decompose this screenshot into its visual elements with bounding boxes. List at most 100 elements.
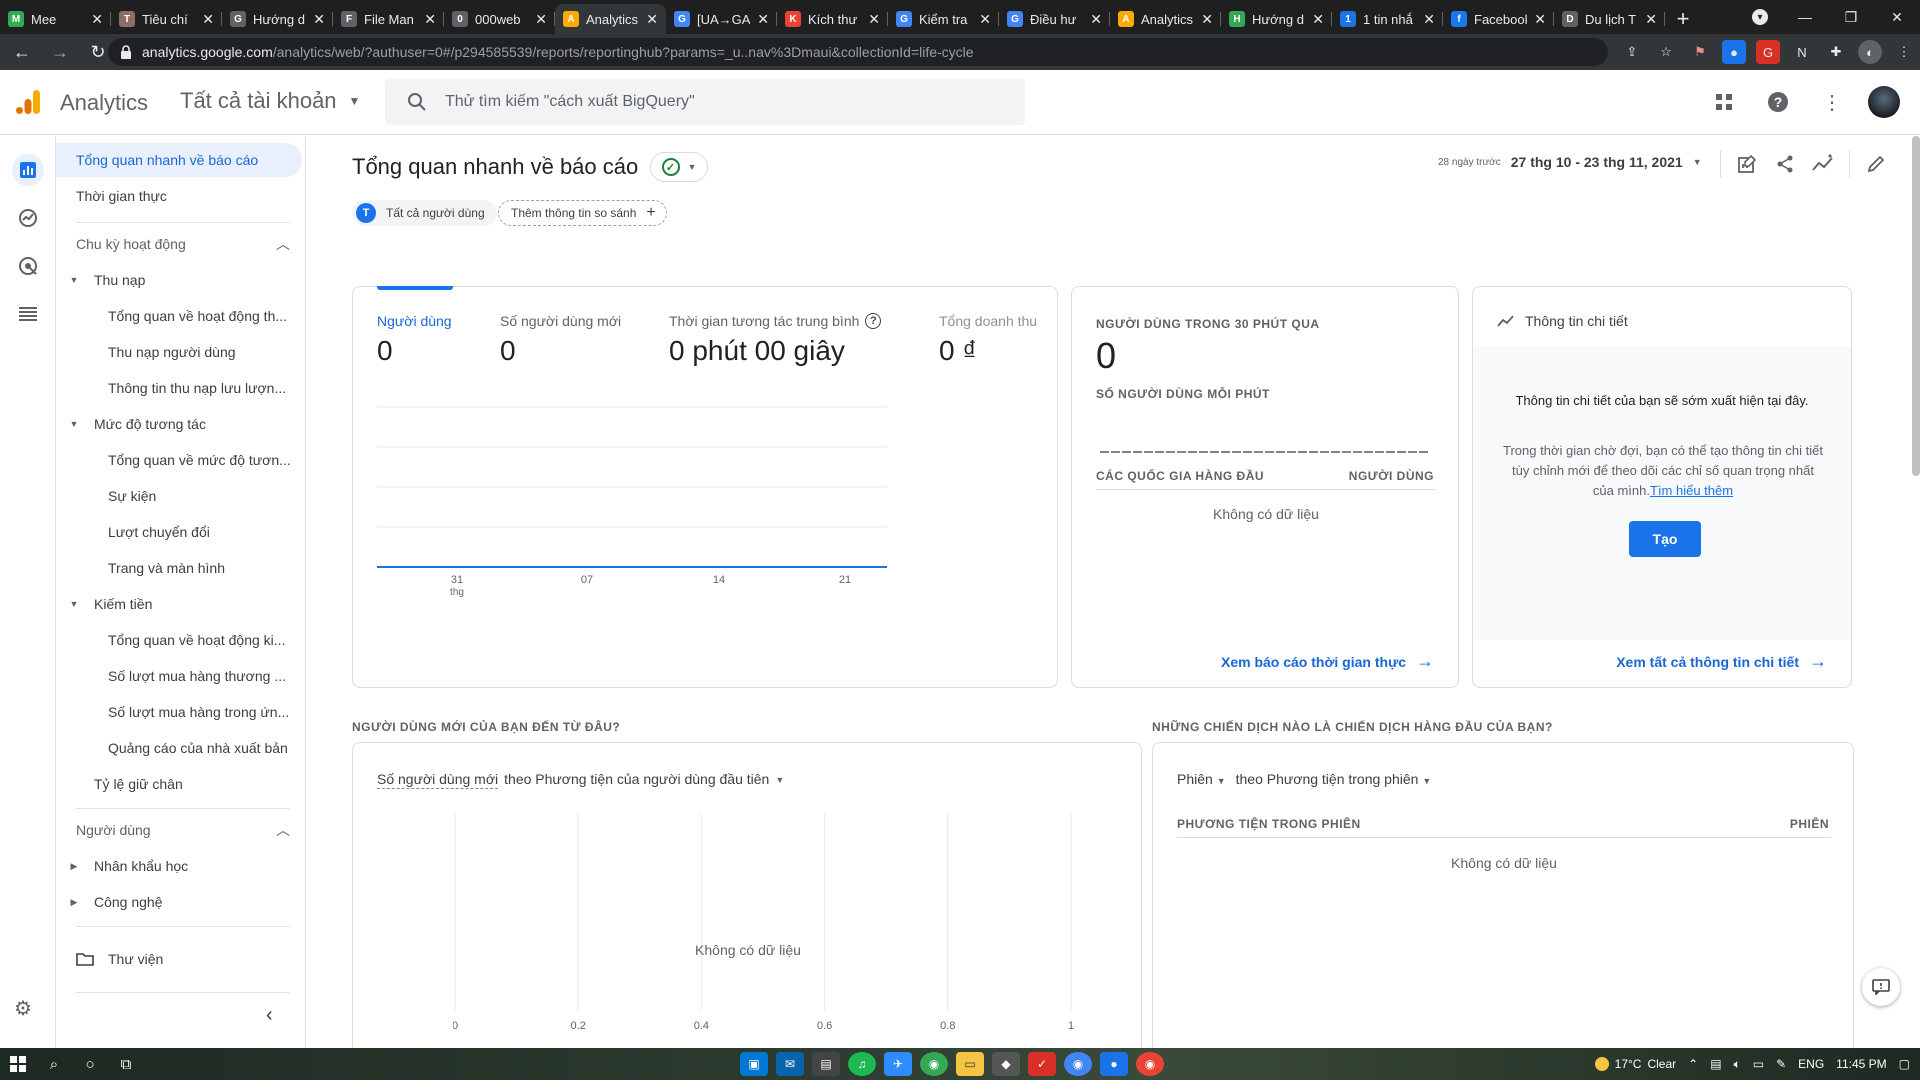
close-tab-icon[interactable]: ✕	[202, 11, 214, 28]
browser-tab[interactable]: D Du lịch T ✕	[1554, 4, 1665, 34]
advertising-icon[interactable]	[12, 250, 44, 282]
help-circle-icon[interactable]: ?	[865, 313, 882, 329]
puzzle-extensions-icon[interactable]: ✚	[1824, 40, 1848, 64]
profile-icon[interactable]: ◐	[1858, 40, 1882, 64]
close-tab-icon[interactable]: ✕	[313, 11, 325, 28]
customize-report-icon[interactable]	[1735, 152, 1759, 176]
page-scrollbar[interactable]	[1912, 136, 1920, 476]
nav-item-ecommerce-purchases[interactable]: Số lượt mua hàng thương ...	[108, 659, 296, 693]
app-icon[interactable]: ◆	[992, 1052, 1020, 1076]
app-icon[interactable]: ✈	[884, 1052, 912, 1076]
close-tab-icon[interactable]: ✕	[757, 11, 769, 28]
close-tab-icon[interactable]: ✕	[646, 11, 658, 28]
account-avatar[interactable]	[1868, 86, 1900, 118]
browser-tab[interactable]: M Mee ✕	[0, 4, 111, 34]
nav-item-monetization-overview[interactable]: Tổng quan về hoạt động ki...	[108, 623, 296, 657]
browser-tab[interactable]: T Tiêu chí ✕	[111, 4, 222, 34]
close-tab-icon[interactable]: ✕	[1534, 11, 1546, 28]
browser-tab[interactable]: H Hướng d ✕	[1221, 4, 1332, 34]
browser-tab[interactable]: G Kiểm tra ✕	[888, 4, 999, 34]
nav-item-traffic-acquisition[interactable]: Thông tin thu nạp lưu lượn...	[108, 371, 296, 405]
cortana-circle-icon[interactable]: ○	[72, 1048, 108, 1080]
configure-list-icon[interactable]	[12, 298, 44, 330]
metric-tab-users[interactable]: Người dùng 0	[377, 313, 452, 367]
browser-tab[interactable]: G [UA→GA ✕	[666, 4, 777, 34]
close-tab-icon[interactable]: ✕	[535, 11, 547, 28]
file-explorer-icon[interactable]: ▭	[956, 1052, 984, 1076]
nav-group-acquisition[interactable]: ▼ Thu nạp	[66, 263, 296, 297]
more-vert-icon[interactable]: ⋮	[1814, 84, 1850, 120]
close-tab-icon[interactable]: ✕	[91, 11, 103, 28]
forward-icon[interactable]: →	[44, 36, 76, 68]
close-tab-icon[interactable]: ✕	[868, 11, 880, 28]
task-view-icon[interactable]: ⧉	[108, 1048, 144, 1080]
collapse-nav-chevron-icon[interactable]: ‹	[266, 1004, 273, 1027]
browser-tab[interactable]: f Facebook ✕	[1443, 4, 1554, 34]
chrome-icon[interactable]: ◉	[1136, 1052, 1164, 1076]
nav-item-library[interactable]: Thư viện	[76, 942, 163, 976]
dimension-selector[interactable]: theo Phương tiện trong phiên ▼	[1236, 771, 1432, 787]
feedback-button[interactable]	[1862, 968, 1900, 1006]
extension-icon-4[interactable]: N	[1790, 40, 1814, 64]
reports-icon[interactable]	[12, 154, 44, 186]
app-icon[interactable]: ●	[1100, 1052, 1128, 1076]
segment-chip[interactable]: T Tất cả người dùng	[352, 200, 497, 226]
learn-more-link[interactable]: Tìm hiểu thêm	[1650, 483, 1733, 498]
new-users-selector[interactable]: Số người dùng mới theo Phương tiện của n…	[377, 771, 784, 789]
nav-item-conversions[interactable]: Lượt chuyển đổi	[108, 515, 296, 549]
chrome-icon[interactable]: ◉	[1064, 1052, 1092, 1076]
browser-tab[interactable]: 0 000web ✕	[444, 4, 555, 34]
browser-tab[interactable]: A Analytics ✕	[555, 4, 666, 34]
metric-tab-engagement-time[interactable]: Thời gian tương tác trung bình? 0 phút 0…	[669, 313, 882, 367]
account-picker[interactable]: Tất cả tài khoản ▼	[180, 88, 360, 114]
volume-icon[interactable]: 🔈︎	[1734, 1057, 1741, 1072]
language-indicator[interactable]: ENG	[1798, 1057, 1824, 1071]
metric-tab-new-users[interactable]: Số người dùng mới 0	[500, 313, 621, 367]
date-range-picker[interactable]: 28 ngày trước 27 thg 10 - 23 thg 11, 202…	[1438, 154, 1702, 170]
close-tab-icon[interactable]: ✕	[1201, 11, 1213, 28]
app-icon[interactable]: ▤	[812, 1052, 840, 1076]
nav-item-realtime[interactable]: Thời gian thực	[56, 179, 302, 213]
search-box[interactable]: Thử tìm kiếm "cách xuất BigQuery"	[385, 79, 1025, 125]
metric-tab-revenue[interactable]: Tổng doanh thu 0 ₫	[939, 313, 1057, 367]
nav-section-lifecycle[interactable]: Chu kỳ hoạt động ︿	[76, 227, 290, 261]
nav-item-inapp-purchases[interactable]: Số lượt mua hàng trong ứn...	[108, 695, 296, 729]
nav-item-engagement-overview[interactable]: Tổng quan về mức độ tươn...	[108, 443, 296, 477]
mail-icon[interactable]: ✉	[776, 1052, 804, 1076]
nav-item-user-acquisition[interactable]: Thu nạp người dùng	[108, 335, 296, 369]
app-icon[interactable]: ✓	[1028, 1052, 1056, 1076]
new-tab-button[interactable]: +	[1665, 4, 1701, 34]
create-insight-button[interactable]: Tạo	[1629, 521, 1701, 557]
nav-group-monetization[interactable]: ▼ Kiếm tiền	[66, 587, 296, 621]
analytics-logo-icon[interactable]	[14, 88, 42, 116]
nav-group-engagement[interactable]: ▼ Mức độ tương tác	[66, 407, 296, 441]
view-realtime-link[interactable]: Xem báo cáo thời gian thực →	[1221, 651, 1434, 672]
report-status-chip[interactable]: ✓ ▼	[650, 152, 708, 182]
close-tab-icon[interactable]: ✕	[1312, 11, 1324, 28]
bookmark-star-icon[interactable]: ☆	[1654, 40, 1678, 64]
nav-item-pages-screens[interactable]: Trang và màn hình	[108, 551, 296, 585]
browser-tab[interactable]: A Analytics ✕	[1110, 4, 1221, 34]
metric-selector[interactable]: Số người dùng mới	[377, 771, 499, 789]
explore-icon[interactable]	[12, 202, 44, 234]
close-tab-icon[interactable]: ✕	[1090, 11, 1102, 28]
nav-item-publisher-ads[interactable]: Quảng cáo của nhà xuất bản	[108, 731, 296, 765]
close-window-icon[interactable]: ✕	[1874, 0, 1920, 34]
extension-icon-3[interactable]: G	[1756, 40, 1780, 64]
maximize-icon[interactable]: ❐	[1828, 0, 1874, 34]
share-page-icon[interactable]: ⇪	[1620, 40, 1644, 64]
dimension-selector[interactable]: theo Phương tiện của người dùng đầu tiên	[504, 771, 769, 789]
spotify-icon[interactable]: ♫	[848, 1052, 876, 1076]
extension-icon-2[interactable]: ●	[1722, 40, 1746, 64]
windows-start-icon[interactable]	[0, 1048, 36, 1080]
settings-gear-icon[interactable]: ⚙	[14, 996, 32, 1021]
insights-trend-icon[interactable]	[1811, 152, 1835, 176]
share-icon[interactable]	[1773, 152, 1797, 176]
back-icon[interactable]: ←	[6, 36, 38, 68]
browser-tab[interactable]: K Kích thư ✕	[777, 4, 888, 34]
display-icon[interactable]: ▭	[1753, 1057, 1764, 1071]
browser-tab[interactable]: F File Man ✕	[333, 4, 444, 34]
nav-item-acquisition-overview[interactable]: Tổng quan về hoạt động th...	[108, 299, 296, 333]
nav-item-retention[interactable]: Tỷ lệ giữ chân	[66, 767, 296, 801]
clock[interactable]: 11:45 PM	[1836, 1057, 1886, 1071]
